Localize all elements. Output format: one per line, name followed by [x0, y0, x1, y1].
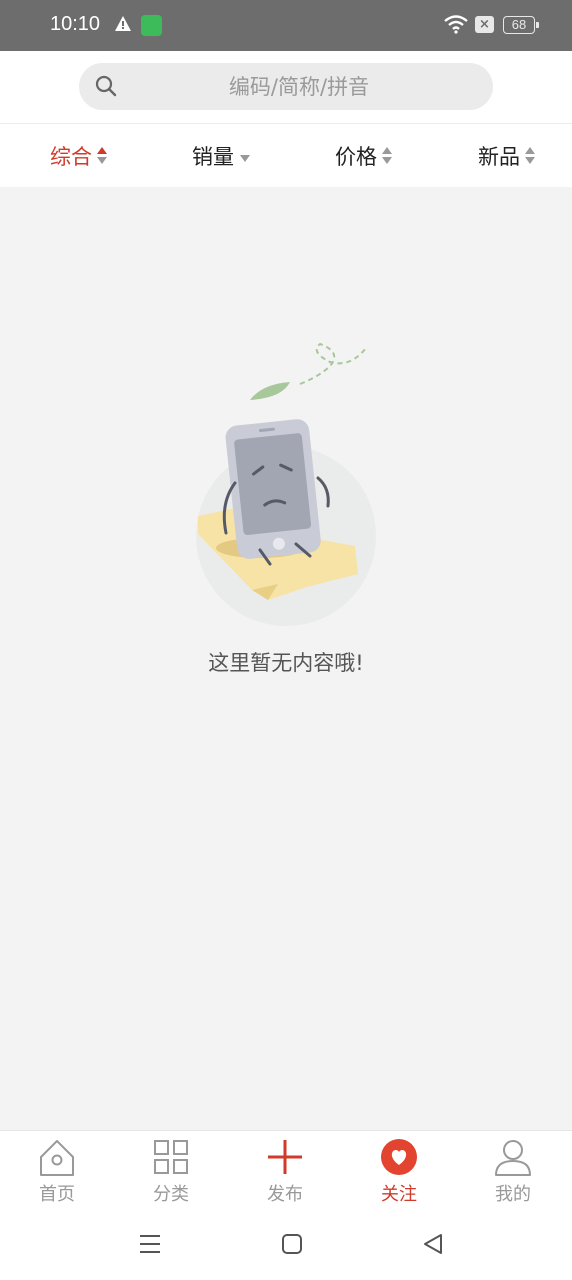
- sort-arrows-icon: [525, 146, 535, 166]
- sort-tab-label: 新品: [478, 144, 520, 169]
- nav-label: 我的: [495, 1184, 531, 1205]
- sort-tab-new[interactable]: 新品: [478, 124, 535, 187]
- back-icon[interactable]: [421, 1232, 445, 1256]
- sort-tab-sales[interactable]: 销量: [192, 124, 250, 187]
- nav-label: 分类: [153, 1184, 189, 1205]
- home-icon: [40, 1140, 74, 1176]
- sort-bar: 综合 销量 价格 新品: [0, 124, 572, 187]
- sort-tab-label: 销量: [192, 144, 234, 169]
- heart-icon: [381, 1139, 417, 1175]
- search-input[interactable]: [129, 63, 469, 110]
- search-box[interactable]: [79, 63, 493, 110]
- nav-label: 发布: [267, 1184, 303, 1205]
- menu-icon[interactable]: [138, 1232, 162, 1256]
- search-icon: [95, 75, 117, 97]
- nav-item-category[interactable]: 分类: [114, 1131, 228, 1211]
- search-area: [0, 51, 572, 124]
- nav-item-publish[interactable]: 发布: [228, 1131, 342, 1211]
- chevron-down-icon: [240, 155, 250, 162]
- plus-icon: [268, 1140, 302, 1174]
- empty-state-illustration: [196, 342, 376, 626]
- wifi-icon: [444, 15, 468, 34]
- nav-label: 首页: [39, 1184, 75, 1205]
- close-box-icon: ×: [475, 16, 494, 33]
- sort-arrows-icon: [382, 146, 392, 166]
- sort-tab-label: 价格: [335, 144, 377, 169]
- battery-icon: 68: [503, 16, 539, 34]
- grid-icon: [154, 1140, 188, 1174]
- empty-state-message: 这里暂无内容哦!: [208, 651, 364, 675]
- person-icon: [495, 1140, 531, 1176]
- sort-arrows-icon: [97, 146, 107, 166]
- sort-tab-overall[interactable]: 综合: [50, 124, 107, 187]
- nav-item-mine[interactable]: 我的: [456, 1131, 570, 1211]
- sort-tab-label: 综合: [50, 144, 92, 169]
- nav-item-home[interactable]: 首页: [0, 1131, 114, 1211]
- nav-label: 关注: [381, 1184, 417, 1205]
- bottom-nav: 首页 分类 发布 关注 我的: [0, 1130, 572, 1210]
- warning-icon: [115, 16, 131, 31]
- status-bar: 10:10 × 68: [0, 0, 572, 51]
- home-square-icon[interactable]: [280, 1232, 304, 1256]
- nav-item-follow[interactable]: 关注: [342, 1131, 456, 1211]
- status-time: 10:10: [50, 13, 101, 35]
- sort-tab-price[interactable]: 价格: [335, 124, 392, 187]
- system-nav-bar: [0, 1210, 572, 1280]
- app-notification-icon: [141, 15, 162, 36]
